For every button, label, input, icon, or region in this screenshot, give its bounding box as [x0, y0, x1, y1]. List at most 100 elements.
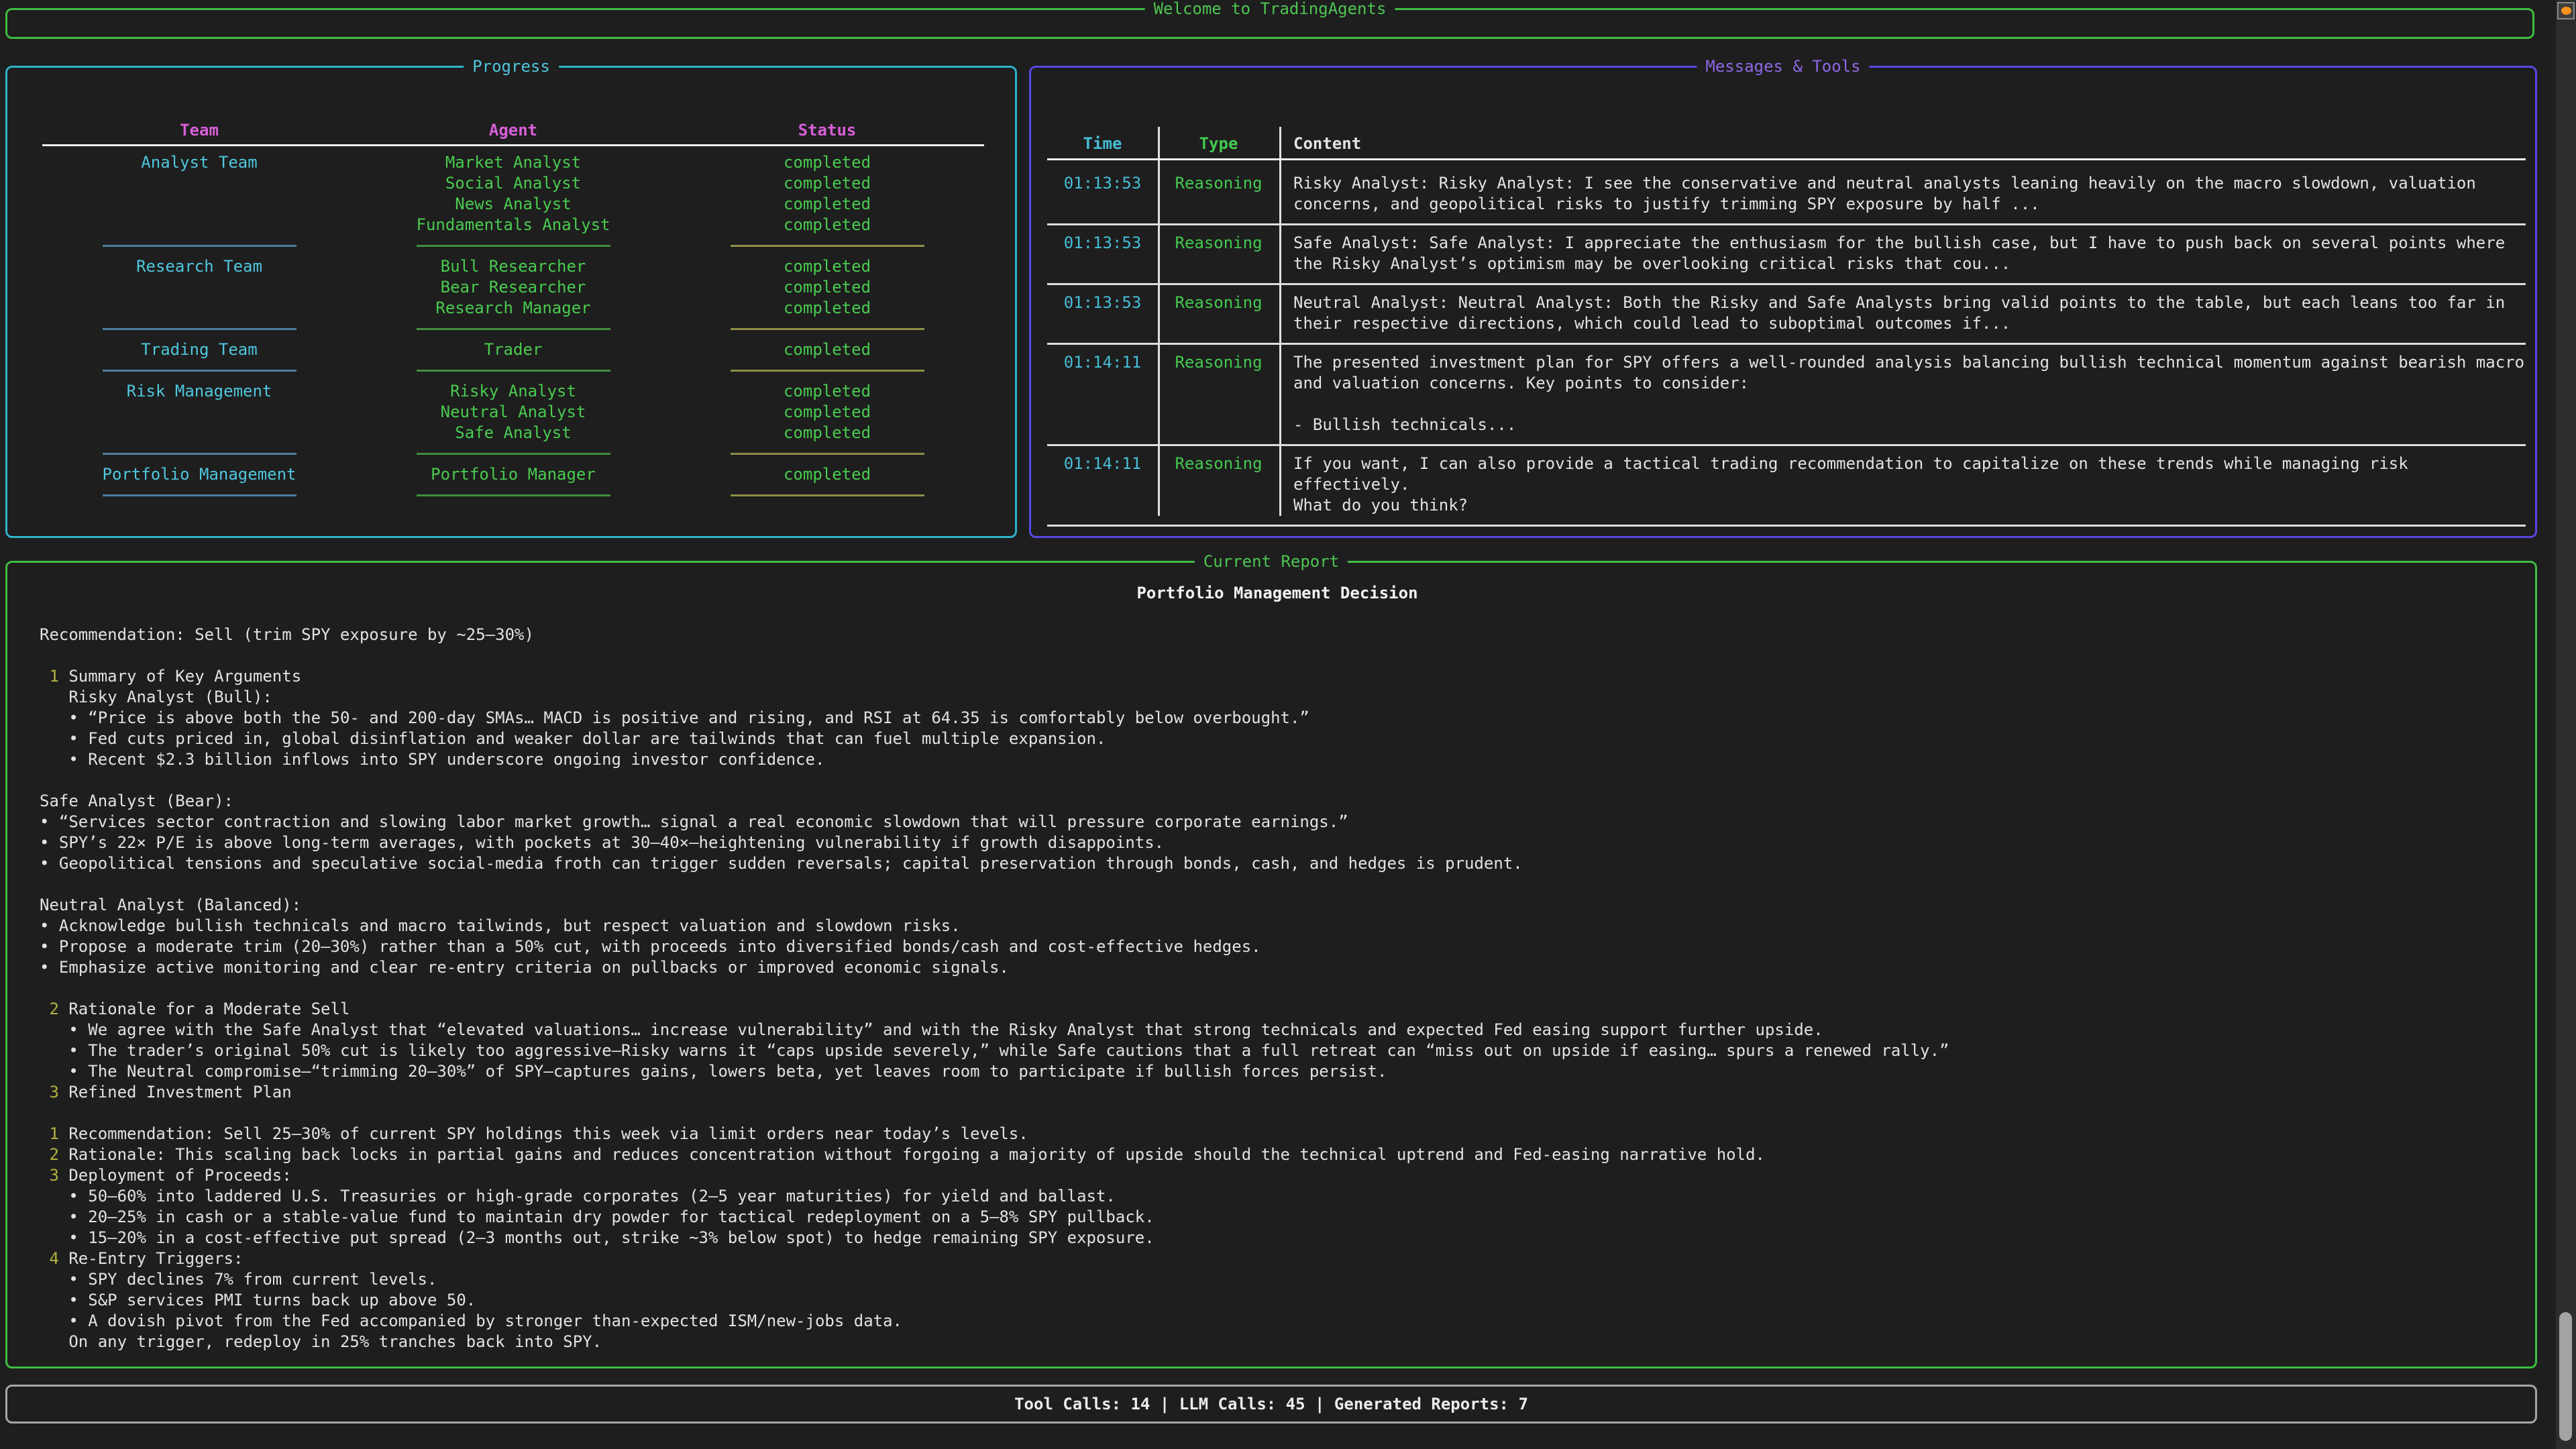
- message-type: Reasoning: [1158, 233, 1279, 274]
- message-type: Reasoning: [1158, 292, 1279, 334]
- separator-cell: [356, 319, 670, 339]
- progress-row: Research Managercompleted: [42, 298, 984, 319]
- report-text: • Geopolitical tensions and speculative …: [40, 854, 1523, 873]
- report-line: 1 Summary of Key Arguments: [40, 666, 2515, 687]
- list-number: 3: [40, 1166, 68, 1185]
- progress-row: Fundamentals Analystcompleted: [42, 215, 984, 235]
- team-name: Analyst Team: [42, 152, 356, 173]
- report-line: [40, 770, 2515, 791]
- orange-dot-icon: [2561, 7, 2571, 15]
- column-header: Content: [1279, 133, 2526, 154]
- separator-line: [103, 494, 297, 496]
- messages-table: TimeTypeContent01:13:53ReasoningRisky An…: [1047, 133, 2526, 527]
- report-line: [40, 645, 2515, 666]
- messages-header-row: TimeTypeContent: [1047, 133, 2526, 154]
- messages-panel-title: Messages & Tools: [1697, 56, 1869, 77]
- report-line: [40, 978, 2515, 999]
- separator-cell: [356, 485, 670, 506]
- separator-line: [103, 370, 297, 372]
- separator-line: [103, 328, 297, 330]
- report-line: • Propose a moderate trim (20–30%) rathe…: [40, 936, 2515, 957]
- progress-row: Portfolio ManagementPortfolio Managercom…: [42, 464, 984, 485]
- list-number: 2: [40, 1000, 68, 1018]
- section-separator: [42, 485, 984, 506]
- separator-cell: [42, 360, 356, 381]
- separator-line: [417, 245, 610, 247]
- report-text: Recommendation: Sell 25–30% of current S…: [68, 1124, 1028, 1143]
- report-line: • “Services sector contraction and slowi…: [40, 812, 2515, 833]
- blank-line: [40, 604, 2515, 625]
- team-name: [42, 298, 356, 319]
- agent-name: News Analyst: [356, 194, 670, 215]
- section-separator: [42, 235, 984, 256]
- team-name: [42, 173, 356, 194]
- agent-name: Market Analyst: [356, 152, 670, 173]
- agent-status: completed: [670, 402, 984, 423]
- message-content: Risky Analyst: Risky Analyst: I see the …: [1279, 173, 2526, 215]
- agent-name: Fundamentals Analyst: [356, 215, 670, 235]
- progress-header-row: TeamAgentStatus: [42, 120, 984, 141]
- column-header: Status: [670, 120, 984, 141]
- tradingagents-terminal: { "app": { "welcome_title": "Welcome to …: [0, 0, 2576, 1449]
- report-line: Recommendation: Sell (trim SPY exposure …: [40, 625, 2515, 645]
- report-panel-title: Current Report: [1195, 551, 1348, 572]
- team-name: [42, 215, 356, 235]
- column-header: Team: [42, 120, 356, 141]
- separator-cell: [42, 319, 356, 339]
- report-line: • 50–60% into laddered U.S. Treasuries o…: [40, 1186, 2515, 1207]
- report-text: Neutral Analyst (Balanced):: [40, 896, 301, 914]
- separator-line: [103, 245, 297, 247]
- welcome-title: Welcome to TradingAgents: [1145, 0, 1395, 19]
- message-time: 01:13:53: [1047, 173, 1158, 215]
- message-content-line: If you want, I can also provide a tactic…: [1293, 453, 2526, 495]
- report-text: • A dovish pivot from the Fed accompanie…: [40, 1311, 902, 1330]
- separator-line: [103, 453, 297, 455]
- report-line: Risky Analyst (Bull):: [40, 687, 2515, 708]
- progress-row: Neutral Analystcompleted: [42, 402, 984, 423]
- report-text: [40, 979, 49, 998]
- progress-row: Research TeamBull Researchercompleted: [42, 256, 984, 277]
- report-text: • 20–25% in cash or a stable-value fund …: [40, 1208, 1155, 1226]
- message-content: Safe Analyst: Safe Analyst: I appreciate…: [1279, 233, 2526, 274]
- agent-name: Safe Analyst: [356, 423, 670, 443]
- stats-text: Tool Calls: 14 | LLM Calls: 45 | Generat…: [1014, 1395, 1528, 1413]
- report-line: • Recent $2.3 billion inflows into SPY u…: [40, 749, 2515, 770]
- column-header: Time: [1047, 133, 1158, 154]
- progress-table: TeamAgentStatus Analyst TeamMarket Analys…: [42, 120, 984, 506]
- separator-cell: [670, 235, 984, 256]
- scrollbar-track[interactable]: [2556, 0, 2576, 1449]
- separator-line: [417, 370, 610, 372]
- agent-status: completed: [670, 298, 984, 319]
- message-time: 01:14:11: [1047, 453, 1158, 516]
- report-text: Rationale for a Moderate Sell: [68, 1000, 350, 1018]
- list-number: 4: [40, 1249, 68, 1268]
- progress-row: Trading TeamTradercompleted: [42, 339, 984, 360]
- scroll-corner-button[interactable]: [2557, 2, 2575, 19]
- report-text: Risky Analyst (Bull):: [40, 688, 272, 706]
- report-line: 1 Recommendation: Sell 25–30% of current…: [40, 1124, 2515, 1144]
- report-line: • Acknowledge bullish technicals and mac…: [40, 916, 2515, 936]
- column-header: Agent: [356, 120, 670, 141]
- report-text: • S&P services PMI turns back up above 5…: [40, 1291, 476, 1309]
- report-line: • SPY declines 7% from current levels.: [40, 1269, 2515, 1290]
- progress-row: Risk ManagementRisky Analystcompleted: [42, 381, 984, 402]
- message-content-line: the Risky Analyst’s optimism may be over…: [1293, 254, 2526, 274]
- separator-cell: [42, 485, 356, 506]
- report-line: 3 Deployment of Proceeds:: [40, 1165, 2515, 1186]
- separator-cell: [356, 235, 670, 256]
- report-text: • 15–20% in a cost-effective put spread …: [40, 1228, 1155, 1247]
- list-number: 1: [40, 1124, 68, 1143]
- progress-row: Social Analystcompleted: [42, 173, 984, 194]
- separator-line: [731, 328, 924, 330]
- report-text: • Propose a moderate trim (20–30%) rathe…: [40, 937, 1261, 956]
- team-name: [42, 194, 356, 215]
- agent-status: completed: [670, 464, 984, 485]
- agent-status: completed: [670, 215, 984, 235]
- message-row: 01:13:53ReasoningSafe Analyst: Safe Anal…: [1047, 225, 2526, 285]
- scrollbar-thumb[interactable]: [2559, 1312, 2572, 1441]
- agent-name: Bull Researcher: [356, 256, 670, 277]
- messages-panel: Messages & Tools TimeTypeContent01:13:53…: [1029, 66, 2537, 538]
- team-name: Portfolio Management: [42, 464, 356, 485]
- message-row: 01:13:53ReasoningRisky Analyst: Risky An…: [1047, 166, 2526, 225]
- message-content-line: concerns, and geopolitical risks to just…: [1293, 194, 2526, 215]
